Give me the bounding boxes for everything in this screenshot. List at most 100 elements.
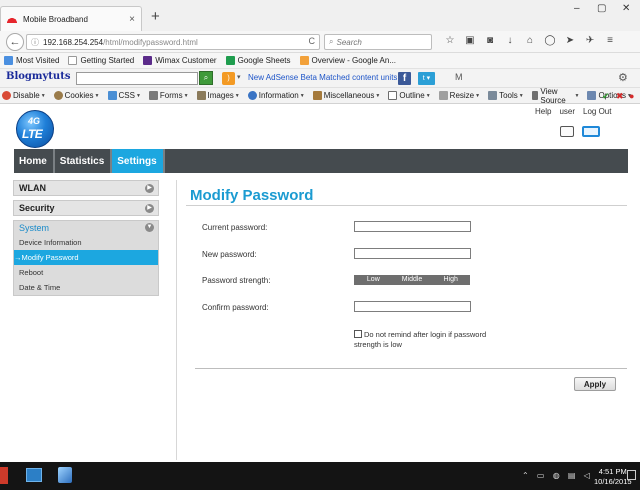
clipboard-icon[interactable]: ▣ bbox=[460, 35, 480, 46]
source-icon bbox=[531, 91, 539, 100]
download-icon[interactable]: ↓ bbox=[500, 35, 520, 46]
bookmark-star-icon[interactable]: ☆ bbox=[440, 35, 460, 46]
menu-icon[interactable]: ≡ bbox=[600, 35, 620, 46]
twitter-icon[interactable]: t ▾ bbox=[418, 72, 435, 85]
sidebar-section-wlan[interactable]: WLAN ▶ bbox=[13, 180, 159, 196]
browser-search-input[interactable] bbox=[336, 37, 425, 47]
password-strength-label: Password strength: bbox=[202, 276, 271, 285]
outline-icon bbox=[388, 91, 398, 100]
url-host: 192.168.254.254 bbox=[43, 37, 104, 47]
new-password-field[interactable] bbox=[354, 248, 471, 259]
chat-icon[interactable]: ◯ bbox=[540, 35, 560, 46]
validation-info-icon[interactable]: ● bbox=[629, 91, 634, 101]
user-link[interactable]: user bbox=[559, 107, 575, 116]
taskbar-app-icon[interactable] bbox=[58, 467, 72, 483]
validation-error-icon[interactable]: ✖ bbox=[616, 91, 624, 102]
strength-high: High bbox=[443, 276, 458, 283]
minimize-icon[interactable]: – bbox=[574, 3, 580, 14]
confirm-password-field[interactable] bbox=[354, 301, 471, 312]
toolbar-search-button[interactable]: ⌕ bbox=[199, 71, 213, 85]
menu-settings[interactable]: Settings bbox=[112, 149, 165, 173]
dev-view-source-menu[interactable]: View Source ▼ bbox=[531, 87, 579, 105]
view-mode-icons bbox=[560, 126, 600, 137]
maximize-icon[interactable]: ▢ bbox=[597, 3, 606, 14]
taskbar-app-icon[interactable] bbox=[26, 468, 42, 482]
strength-middle: Middle bbox=[401, 276, 423, 283]
send-icon[interactable]: ➤ bbox=[560, 35, 580, 46]
start-button[interactable] bbox=[0, 467, 8, 484]
settings-sidebar: WLAN ▶ Security ▶ System ▼ Device Inform… bbox=[13, 180, 159, 296]
dev-disable-menu[interactable]: Disable ▼ bbox=[2, 91, 46, 100]
site-info-icon[interactable]: ⓘ bbox=[31, 37, 39, 48]
home-icon[interactable]: ⌂ bbox=[520, 35, 540, 46]
dev-options-menu[interactable]: Options ▼ bbox=[587, 91, 632, 100]
sidebar-item-reboot[interactable]: Reboot bbox=[14, 265, 158, 280]
sidebar-section-system[interactable]: System ▼ bbox=[14, 221, 158, 235]
browser-tab[interactable]: Mobile Broadband × bbox=[0, 6, 142, 31]
facebook-icon[interactable]: f bbox=[398, 72, 411, 85]
logout-link[interactable]: Log Out bbox=[583, 107, 611, 116]
web-developer-toolbar: Disable ▼ Cookies ▼ CSS ▼ Forms ▼ Images ▼ In… bbox=[0, 87, 640, 105]
bookmark-getting-started[interactable]: Getting Started bbox=[68, 56, 134, 65]
plane-icon[interactable]: ✈ bbox=[580, 35, 600, 46]
dev-cookies-menu[interactable]: Cookies ▼ bbox=[53, 91, 100, 100]
reload-icon[interactable]: C bbox=[309, 36, 316, 46]
mobile-view-icon[interactable] bbox=[560, 126, 574, 137]
new-tab-button[interactable]: + bbox=[151, 9, 160, 24]
remind-checkbox[interactable] bbox=[354, 330, 362, 338]
options-icon bbox=[587, 91, 597, 100]
close-window-icon[interactable]: ✕ bbox=[622, 3, 630, 14]
dev-miscellaneous-menu[interactable]: Miscellaneous ▼ bbox=[312, 91, 380, 100]
title-divider bbox=[186, 205, 627, 206]
chevron-right-icon: ▶ bbox=[145, 204, 154, 213]
chevron-right-icon: ▶ bbox=[145, 184, 154, 193]
apply-button[interactable]: Apply bbox=[574, 377, 616, 391]
bookmark-google-sheets[interactable]: Google Sheets bbox=[225, 56, 291, 65]
browser-search-box[interactable]: ⌕ bbox=[324, 34, 432, 50]
help-link[interactable]: Help bbox=[535, 107, 551, 116]
chevron-down-icon: ▼ bbox=[299, 92, 305, 99]
current-password-field[interactable] bbox=[354, 221, 471, 232]
gmail-icon[interactable]: M bbox=[455, 72, 463, 82]
bookmark-google-analytics[interactable]: Overview - Google An... bbox=[299, 56, 396, 65]
bookmarks-bar: Most Visited Getting Started Wimax Custo… bbox=[0, 53, 640, 69]
taskbar-clock[interactable]: 4:51 PM 10/16/2015 bbox=[594, 467, 632, 487]
sidebar-section-security[interactable]: Security ▶ bbox=[13, 200, 159, 216]
toolbar-icons: ☆ ▣ ◙ ↓ ⌂ ◯ ➤ ✈ ≡ bbox=[440, 35, 620, 46]
back-button[interactable]: ← bbox=[6, 33, 24, 51]
clock-date: 10/16/2015 bbox=[594, 477, 632, 486]
notification-icon[interactable] bbox=[627, 470, 636, 480]
wimax-icon bbox=[143, 56, 153, 65]
dev-images-menu[interactable]: Images ▼ bbox=[196, 91, 240, 100]
dev-outline-menu[interactable]: Outline ▼ bbox=[388, 91, 431, 100]
dev-resize-menu[interactable]: Resize ▼ bbox=[438, 91, 481, 100]
desktop-view-icon[interactable] bbox=[582, 126, 600, 137]
dev-css-menu[interactable]: CSS ▼ bbox=[107, 91, 141, 100]
toolbar-search-input[interactable] bbox=[76, 72, 198, 85]
dev-forms-menu[interactable]: Forms ▼ bbox=[148, 91, 189, 100]
menu-statistics[interactable]: Statistics bbox=[55, 149, 113, 173]
chevron-down-icon: ▼ bbox=[475, 92, 481, 99]
url-bar[interactable]: ⓘ 192.168.254.254 /html/modifypassword.h… bbox=[26, 34, 320, 50]
validation-ok-icon[interactable]: ✔ bbox=[602, 91, 610, 102]
bookmark-wimax-customer[interactable]: Wimax Customer bbox=[143, 56, 217, 65]
dev-information-menu[interactable]: Information ▼ bbox=[247, 91, 305, 100]
system-tray-icons[interactable]: ⌃ ▭ ◍ ▤ ◁ bbox=[522, 471, 593, 480]
rss-icon[interactable]: ) bbox=[222, 72, 235, 85]
url-path: /html/modifypassword.html bbox=[103, 37, 198, 47]
adsense-link[interactable]: New AdSense Beta Matched content units bbox=[248, 73, 397, 82]
chevron-down-icon: ▼ bbox=[40, 92, 46, 99]
sidebar-item-modify-password[interactable]: →Modify Password bbox=[14, 250, 158, 265]
menu-home[interactable]: Home bbox=[14, 149, 55, 173]
new-password-label: New password: bbox=[202, 250, 257, 259]
pocket-icon[interactable]: ◙ bbox=[480, 35, 500, 46]
tab-close-icon[interactable]: × bbox=[129, 14, 135, 25]
sidebar-item-device-information[interactable]: Device Information bbox=[14, 235, 158, 250]
sidebar-item-date-time[interactable]: Date & Time bbox=[14, 280, 158, 295]
bookmark-most-visited[interactable]: Most Visited bbox=[4, 56, 59, 65]
chevron-down-icon: ▼ bbox=[183, 92, 189, 99]
search-icon: ⌕ bbox=[329, 37, 334, 46]
gear-icon[interactable]: ⚙ bbox=[618, 71, 628, 84]
chevron-down-icon[interactable]: ▾ bbox=[237, 73, 241, 81]
dev-tools-menu[interactable]: Tools ▼ bbox=[488, 91, 524, 100]
